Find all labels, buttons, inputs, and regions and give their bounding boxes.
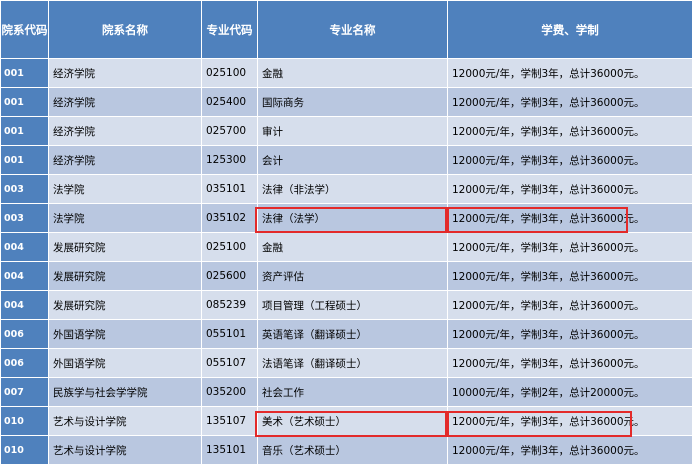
- dept-code-cell: 007: [0, 377, 49, 407]
- dept-name-cell: 发展研究院: [48, 261, 202, 291]
- table-row: 001 经济学院 125300 会计 12000元/年，学制3年，总计36000…: [0, 145, 692, 175]
- dept-code-cell: 001: [0, 145, 49, 175]
- major-name-cell: 社会工作: [257, 377, 448, 407]
- table-row: 007 民族学与社会学学院 035200 社会工作 10000元/年，学制2年，…: [0, 377, 692, 407]
- table-row: 006 外国语学院 055101 英语笔译（翻译硕士） 12000元/年，学制3…: [0, 319, 692, 349]
- table-row: 003 法学院 035102 法律（法学） 12000元/年，学制3年，总计36…: [0, 203, 692, 233]
- tuition-table: 院系代码 院系名称 专业代码 专业名称 学费、学制 001 经济学院 02510…: [0, 0, 692, 465]
- header-row: 院系代码 院系名称 专业代码 专业名称 学费、学制: [0, 0, 692, 59]
- dept-code-cell: 004: [0, 290, 49, 320]
- dept-name-cell: 经济学院: [48, 87, 202, 117]
- major-name-cell: 音乐（艺术硕士）: [257, 435, 448, 465]
- dept-code-cell: 001: [0, 87, 49, 117]
- dept-name-cell: 经济学院: [48, 116, 202, 146]
- major-name-cell: 项目管理（工程硕士）: [257, 290, 448, 320]
- fee-cell: 12000元/年，学制3年，总计36000元。: [447, 290, 692, 320]
- dept-name-cell: 艺术与设计学院: [48, 435, 202, 465]
- header-major-code: 专业代码: [201, 0, 258, 59]
- table-row: 004 发展研究院 025600 资产评估 12000元/年，学制3年，总计36…: [0, 261, 692, 291]
- major-code-cell: 025700: [201, 116, 258, 146]
- major-code-cell: 135101: [201, 435, 258, 465]
- major-name-cell: 金融: [257, 58, 448, 88]
- dept-name-cell: 艺术与设计学院: [48, 406, 202, 436]
- dept-code-cell: 003: [0, 174, 49, 204]
- fee-cell: 12000元/年，学制3年，总计36000元。: [447, 435, 692, 465]
- dept-name-cell: 法学院: [48, 203, 202, 233]
- dept-code-cell: 006: [0, 348, 49, 378]
- dept-name-cell: 外国语学院: [48, 348, 202, 378]
- dept-code-cell: 003: [0, 203, 49, 233]
- major-code-cell: 055107: [201, 348, 258, 378]
- fee-cell: 12000元/年，学制3年，总计36000元。: [447, 203, 692, 233]
- dept-code-cell: 001: [0, 116, 49, 146]
- major-code-cell: 025400: [201, 87, 258, 117]
- fee-cell: 12000元/年，学制3年，总计36000元。: [447, 116, 692, 146]
- major-name-cell: 审计: [257, 116, 448, 146]
- dept-code-cell: 004: [0, 232, 49, 262]
- major-name-cell: 法律（法学）: [257, 203, 448, 233]
- dept-name-cell: 发展研究院: [48, 290, 202, 320]
- dept-name-cell: 经济学院: [48, 58, 202, 88]
- fee-cell: 12000元/年，学制3年，总计36000元。: [447, 145, 692, 175]
- table-row: 001 经济学院 025100 金融 12000元/年，学制3年，总计36000…: [0, 58, 692, 88]
- fee-cell: 12000元/年，学制3年，总计36000元。: [447, 319, 692, 349]
- table-row: 004 发展研究院 025100 金融 12000元/年，学制3年，总计3600…: [0, 232, 692, 262]
- fee-cell: 10000元/年，学制2年，总计20000元。: [447, 377, 692, 407]
- major-name-cell: 金融: [257, 232, 448, 262]
- major-name-cell: 会计: [257, 145, 448, 175]
- fee-cell: 12000元/年，学制3年，总计36000元。: [447, 348, 692, 378]
- header-dept-code: 院系代码: [0, 0, 49, 59]
- dept-name-cell: 法学院: [48, 174, 202, 204]
- major-name-cell: 法律（非法学）: [257, 174, 448, 204]
- major-name-cell: 国际商务: [257, 87, 448, 117]
- major-code-cell: 025100: [201, 58, 258, 88]
- fee-cell: 12000元/年，学制3年，总计36000元。: [447, 261, 692, 291]
- major-code-cell: 125300: [201, 145, 258, 175]
- table-row: 010 艺术与设计学院 135107 美术（艺术硕士） 12000元/年，学制3…: [0, 406, 692, 436]
- table-row: 004 发展研究院 085239 项目管理（工程硕士） 12000元/年，学制3…: [0, 290, 692, 320]
- major-name-cell: 英语笔译（翻译硕士）: [257, 319, 448, 349]
- fee-cell: 12000元/年，学制3年，总计36000元。: [447, 232, 692, 262]
- dept-name-cell: 经济学院: [48, 145, 202, 175]
- dept-name-cell: 发展研究院: [48, 232, 202, 262]
- dept-name-cell: 民族学与社会学学院: [48, 377, 202, 407]
- fee-cell: 12000元/年，学制3年，总计36000元。: [447, 406, 692, 436]
- fee-cell: 12000元/年，学制3年，总计36000元。: [447, 174, 692, 204]
- dept-code-cell: 010: [0, 406, 49, 436]
- dept-code-cell: 010: [0, 435, 49, 465]
- major-code-cell: 035102: [201, 203, 258, 233]
- major-code-cell: 035200: [201, 377, 258, 407]
- table-row: 001 经济学院 025700 审计 12000元/年，学制3年，总计36000…: [0, 116, 692, 146]
- header-dept-name: 院系名称: [48, 0, 202, 59]
- major-code-cell: 035101: [201, 174, 258, 204]
- major-code-cell: 085239: [201, 290, 258, 320]
- dept-name-cell: 外国语学院: [48, 319, 202, 349]
- header-major-name: 专业名称: [257, 0, 448, 59]
- major-code-cell: 025100: [201, 232, 258, 262]
- dept-code-cell: 006: [0, 319, 49, 349]
- table-row: 006 外国语学院 055107 法语笔译（翻译硕士） 12000元/年，学制3…: [0, 348, 692, 378]
- fee-cell: 12000元/年，学制3年，总计36000元。: [447, 87, 692, 117]
- major-code-cell: 055101: [201, 319, 258, 349]
- major-name-cell: 法语笔译（翻译硕士）: [257, 348, 448, 378]
- major-name-cell: 资产评估: [257, 261, 448, 291]
- table-row: 001 经济学院 025400 国际商务 12000元/年，学制3年，总计360…: [0, 87, 692, 117]
- table-row: 010 艺术与设计学院 135101 音乐（艺术硕士） 12000元/年，学制3…: [0, 435, 692, 465]
- major-code-cell: 025600: [201, 261, 258, 291]
- dept-code-cell: 004: [0, 261, 49, 291]
- major-name-cell: 美术（艺术硕士）: [257, 406, 448, 436]
- header-fee: 学费、学制: [447, 0, 692, 59]
- table-row: 003 法学院 035101 法律（非法学） 12000元/年，学制3年，总计3…: [0, 174, 692, 204]
- fee-cell: 12000元/年，学制3年，总计36000元。: [447, 58, 692, 88]
- major-code-cell: 135107: [201, 406, 258, 436]
- dept-code-cell: 001: [0, 58, 49, 88]
